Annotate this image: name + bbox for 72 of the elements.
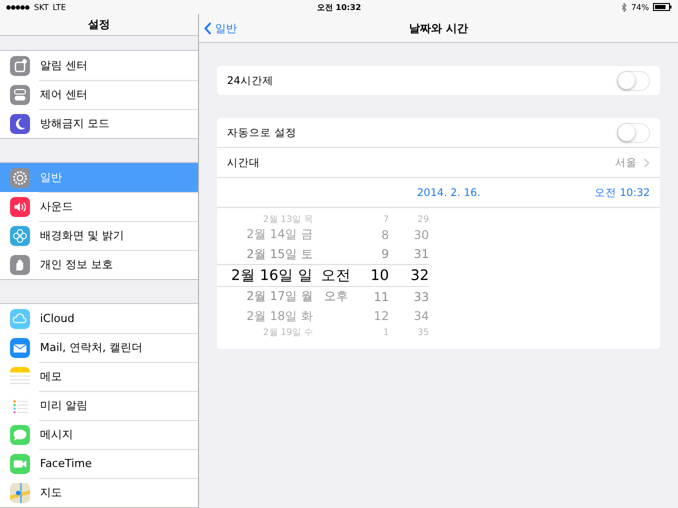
setting-label: 24시간제 [227,74,274,88]
sidebar-item[interactable]: iCloud [0,304,198,333]
picker-minute[interactable]: 33 [414,290,429,304]
battery-percent: 74% [631,2,649,12]
network-type: LTE [52,2,66,12]
date-time-picker[interactable]: 2월 13일 목 7 29 2월 14일 금 8 30 2월 15일 토 9 31 2월 16일 일 오전 10 32 2월 17일 월 오후 11 33 2월 18일 화 12 34 2월 19일 수 1 35 [217,207,660,349]
picker-date[interactable]: 2월 19일 수 [263,326,313,339]
picker-date[interactable]: 2월 13일 목 [263,213,313,226]
picker-minute[interactable]: 35 [418,328,429,338]
picker-hour[interactable]: 10 [370,268,389,284]
sidebar-item[interactable]: 배경화면 및 밝기 [0,221,198,250]
toggle-switch[interactable] [617,70,650,90]
sidebar-item[interactable]: 사운드 [0,192,198,221]
speaker-icon [10,196,30,216]
gear-icon [10,168,30,188]
toggles-icon [10,84,30,104]
picker-ampm[interactable]: 오후 [316,288,348,306]
flower-icon [10,226,30,246]
video-camera-icon [10,454,30,474]
sidebar-item[interactable]: 알림 센터 [0,51,198,80]
date-value[interactable]: 2014. 2. 16. [417,186,480,198]
sidebar-item[interactable]: 미리 알림 [0,391,198,420]
toggle-switch[interactable] [617,122,650,142]
list-icon [10,396,30,416]
cloud-icon [10,308,30,328]
setting-label: 자동으로 설정 [227,126,296,140]
picker-minute[interactable]: 32 [410,268,429,284]
sidebar-item[interactable]: 지도 [0,478,198,507]
picker-minute[interactable]: 30 [414,228,429,242]
battery-icon [653,3,672,11]
bluetooth-icon [621,2,628,12]
picker-minute[interactable]: 31 [414,247,429,262]
back-button[interactable]: 일반 [199,20,243,36]
picker-hour[interactable]: 9 [381,247,389,262]
picker-minute[interactable]: 34 [414,309,429,324]
envelope-icon [10,338,30,358]
clock-time: 오전 10:32 [316,2,362,12]
picker-hour[interactable]: 7 [383,214,389,224]
speech-bubble-icon [10,424,30,444]
picker-date[interactable]: 2월 14일 금 [246,226,313,244]
notification-icon [10,56,30,76]
sidebar-item[interactable]: 메시지 [0,420,198,449]
sidebar-item[interactable]: 메모 [0,362,198,391]
picker-minute[interactable]: 29 [418,214,429,224]
map-icon [10,482,30,502]
sidebar-title: 설정 [88,17,110,32]
sidebar-item[interactable]: 방해금지 모드 [0,109,198,138]
picker-date[interactable]: 2월 16일 일 [231,266,313,285]
sidebar-item[interactable]: 제어 센터 [0,80,198,109]
picker-hour[interactable]: 11 [374,290,389,304]
sidebar-item[interactable]: FaceTime [0,449,198,478]
picker-hour[interactable]: 1 [383,328,389,338]
setting-label: 시간대 [227,156,260,170]
notepad-icon [10,366,30,386]
sidebar-item[interactable]: Mail, 연락처, 캘린더 [0,333,198,362]
picker-date[interactable]: 2월 17일 월 [246,288,313,306]
picker-ampm[interactable]: 오전 [313,266,351,285]
chevron-left-icon [204,22,212,34]
carrier-name: SKT [34,2,49,12]
sidebar-item[interactable]: 일반 [0,163,198,192]
chevron-right-icon [643,158,650,168]
moon-icon [10,114,30,134]
page-title: 날짜와 시간 [409,20,468,36]
picker-date[interactable]: 2월 15일 토 [246,246,313,263]
picker-date[interactable]: 2월 18일 화 [246,308,313,325]
time-value[interactable]: 오전 10:32 [594,186,650,200]
setting-value: 서울 [615,156,637,170]
picker-hour[interactable]: 12 [374,309,389,324]
setting-row[interactable]: 시간대 서울 [217,147,660,177]
signal-icon [6,4,30,10]
sidebar-item[interactable]: 개인 정보 보호 [0,250,198,279]
picker-hour[interactable]: 8 [381,228,389,242]
